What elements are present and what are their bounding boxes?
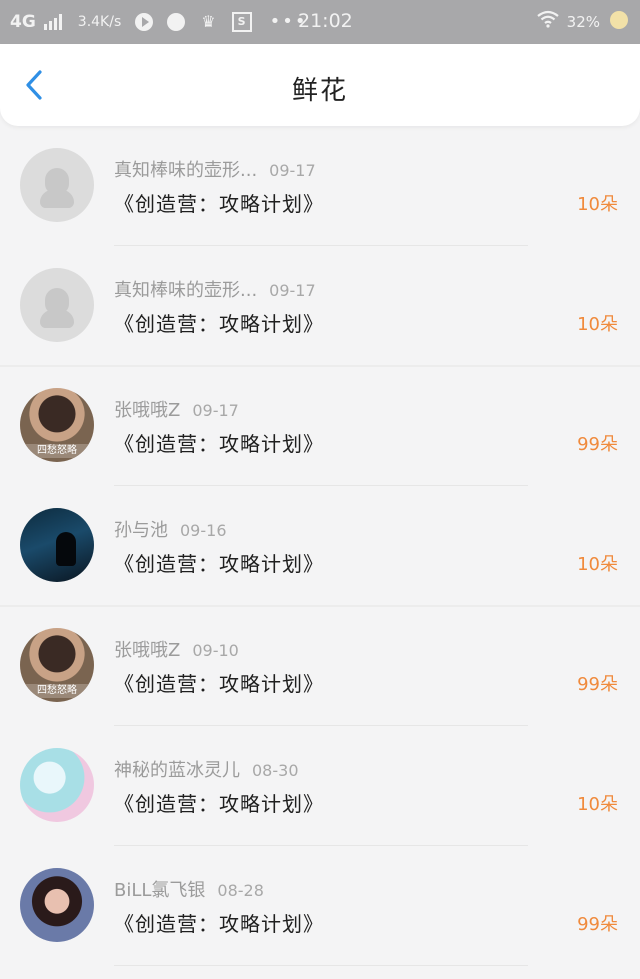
list-item[interactable]: 孙与池 09-16 《创造营：攻略计划》 10朵 [0,486,640,607]
list-item[interactable]: BiLL氯飞银 08-28 《创造营：攻略计划》 99朵 [0,846,640,966]
user-name: 张哦哦Z [114,640,181,661]
user-name-line: BiLL氯飞银 08-28 [114,876,264,902]
gift-date: 09-17 [192,401,239,420]
user-name: BiLL氯飞银 [114,880,206,901]
default-avatar-body [40,190,74,208]
list-item[interactable]: 真知棒味的壶形... 09-17 《创造营：攻略计划》 10朵 [0,246,640,367]
gift-target: 《创造营：攻略计划》 [114,312,324,336]
avatar[interactable] [20,148,94,222]
avatar[interactable] [20,748,94,822]
signal-icon [43,13,62,30]
avatar-banner: 四愁怒略 [20,684,94,698]
status-right: 32% [536,10,600,33]
flower-amount: 10朵 [577,314,618,335]
ball-icon [167,12,186,31]
flower-amount: 99朵 [577,674,618,695]
avatar[interactable] [20,508,94,582]
avatar-figure [56,532,76,566]
user-name: 张哦哦Z [114,400,181,421]
battery-level: 32% [566,12,600,31]
user-name: 真知棒味的壶形... [114,280,258,301]
user-name-line: 张哦哦Z 09-10 [114,636,239,662]
gift-target: 《创造营：攻略计划》 [114,672,324,696]
avatar[interactable]: 四愁怒略 [20,388,94,462]
user-name-line: 神秘的蓝冰灵儿 08-30 [114,756,299,782]
avatar-banner: 四愁怒略 [20,444,94,458]
gift-target: 《创造营：攻略计划》 [114,912,324,936]
avatar[interactable] [20,268,94,342]
default-avatar-body [40,310,74,328]
list-item[interactable]: 神秘的蓝冰灵儿 08-30 《创造营：攻略计划》 10朵 [0,726,640,846]
gift-target: 《创造营：攻略计划》 [114,432,324,456]
user-name: 真知棒味的壶形... [114,160,258,181]
list-item[interactable]: 四愁怒略 张哦哦Z 09-17 《创造营：攻略计划》 99朵 [0,366,640,486]
gift-target: 《创造营：攻略计划》 [114,552,324,576]
gift-date: 09-17 [269,161,316,180]
gift-target: 《创造营：攻略计划》 [114,192,324,216]
user-name: 神秘的蓝冰灵儿 [114,760,240,781]
page-title: 鲜花 [291,76,348,106]
avatar[interactable] [20,868,94,942]
gift-target: 《创造营：攻略计划》 [114,792,324,816]
list-item[interactable]: 四愁怒略 张哦哦Z 09-10 《创造营：攻略计划》 99朵 [0,606,640,726]
app-header: 鲜花 [0,44,640,126]
gift-date: 09-10 [192,641,239,660]
flower-amount: 10朵 [577,194,618,215]
battery-icon [610,11,628,29]
clock: 21:02 [298,10,353,32]
divider [114,965,528,966]
gift-date: 08-28 [217,881,264,900]
gift-date: 08-30 [252,761,299,780]
crown-icon: ♛ [201,12,216,31]
user-name-line: 张哦哦Z 09-17 [114,396,239,422]
network-type: 4G [10,11,36,32]
s-box-icon: S [231,11,252,32]
gift-date: 09-16 [180,521,227,540]
flower-amount: 99朵 [577,434,618,455]
status-bar: 4G 3.4K/s ♛ S ••• 21:02 32% [0,0,640,44]
user-name: 孙与池 [114,520,168,541]
avatar[interactable]: 四愁怒略 [20,628,94,702]
flower-amount: 10朵 [577,794,618,815]
user-name-line: 真知棒味的壶形... 09-17 [114,276,316,302]
play-icon [135,12,154,31]
flower-list: 真知棒味的壶形... 09-17 《创造营：攻略计划》 10朵 真知棒味的壶形..… [0,126,640,966]
status-left: 4G 3.4K/s ♛ S ••• [10,11,307,32]
user-name-line: 真知棒味的壶形... 09-17 [114,156,316,182]
flower-amount: 10朵 [577,554,618,575]
wifi-icon [536,10,559,33]
list-item[interactable]: 真知棒味的壶形... 09-17 《创造营：攻略计划》 10朵 [0,126,640,246]
network-speed: 3.4K/s [77,13,122,30]
flower-amount: 99朵 [577,914,618,935]
user-name-line: 孙与池 09-16 [114,516,227,542]
gift-date: 09-17 [269,281,316,300]
